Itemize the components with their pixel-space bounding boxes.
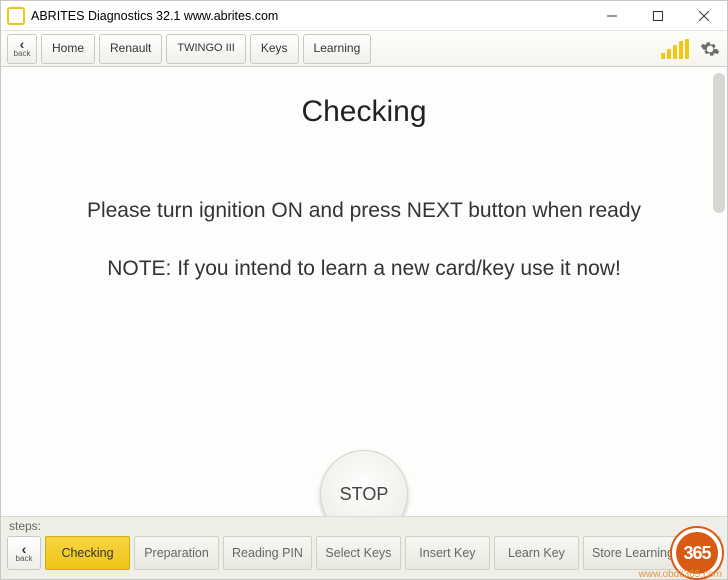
stop-button[interactable]: STOP bbox=[320, 450, 408, 516]
app-icon bbox=[7, 7, 25, 25]
page-title: Checking bbox=[301, 95, 426, 129]
crumb-home[interactable]: Home bbox=[41, 34, 95, 64]
step-insert-key[interactable]: Insert Key bbox=[405, 536, 490, 570]
crumb-learning[interactable]: Learning bbox=[303, 34, 372, 64]
steps-label: steps: bbox=[1, 516, 727, 533]
chevron-left-icon: ‹ bbox=[22, 544, 27, 554]
step-store-learning[interactable]: Store Learning bbox=[583, 536, 683, 570]
crumb-renault[interactable]: Renault bbox=[99, 34, 162, 64]
minimize-button[interactable] bbox=[589, 1, 635, 30]
close-button[interactable] bbox=[681, 1, 727, 30]
breadcrumb-toolbar: ‹ back Home Renault TWINGO III Keys Lear… bbox=[1, 31, 727, 67]
scrollbar-thumb[interactable] bbox=[713, 73, 725, 213]
crumb-twingo[interactable]: TWINGO III bbox=[166, 34, 245, 64]
back-label: back bbox=[14, 49, 31, 58]
back-button[interactable]: ‹ back bbox=[7, 34, 37, 64]
gear-icon bbox=[700, 39, 720, 59]
window-controls bbox=[589, 1, 727, 30]
instruction-text: Please turn ignition ON and press NEXT b… bbox=[87, 199, 641, 223]
steps-bar: ‹ back Checking Preparation Reading PIN … bbox=[1, 533, 727, 579]
signal-icon bbox=[661, 39, 689, 59]
window-title: ABRITES Diagnostics 32.1 www.abrites.com bbox=[31, 9, 278, 23]
step-select-keys[interactable]: Select Keys bbox=[316, 536, 401, 570]
vertical-scrollbar[interactable] bbox=[713, 73, 725, 510]
step-preparation[interactable]: Preparation bbox=[134, 536, 219, 570]
content-area: Checking Please turn ignition ON and pre… bbox=[1, 67, 727, 516]
step-learn-key[interactable]: Learn Key bbox=[494, 536, 579, 570]
titlebar: ABRITES Diagnostics 32.1 www.abrites.com bbox=[1, 1, 727, 31]
step-reading-pin[interactable]: Reading PIN bbox=[223, 536, 312, 570]
app-window: ABRITES Diagnostics 32.1 www.abrites.com… bbox=[0, 0, 728, 580]
stop-label: STOP bbox=[340, 484, 389, 505]
note-text: NOTE: If you intend to learn a new card/… bbox=[107, 257, 621, 281]
steps-forward-button[interactable]: › bbox=[687, 536, 721, 570]
settings-button[interactable] bbox=[699, 38, 721, 60]
chevron-right-icon: › bbox=[702, 548, 707, 558]
steps-back-button[interactable]: ‹ back bbox=[7, 536, 41, 570]
steps-back-label: back bbox=[16, 554, 33, 563]
crumb-keys[interactable]: Keys bbox=[250, 34, 299, 64]
step-checking[interactable]: Checking bbox=[45, 536, 130, 570]
maximize-button[interactable] bbox=[635, 1, 681, 30]
chevron-left-icon: ‹ bbox=[20, 39, 25, 49]
